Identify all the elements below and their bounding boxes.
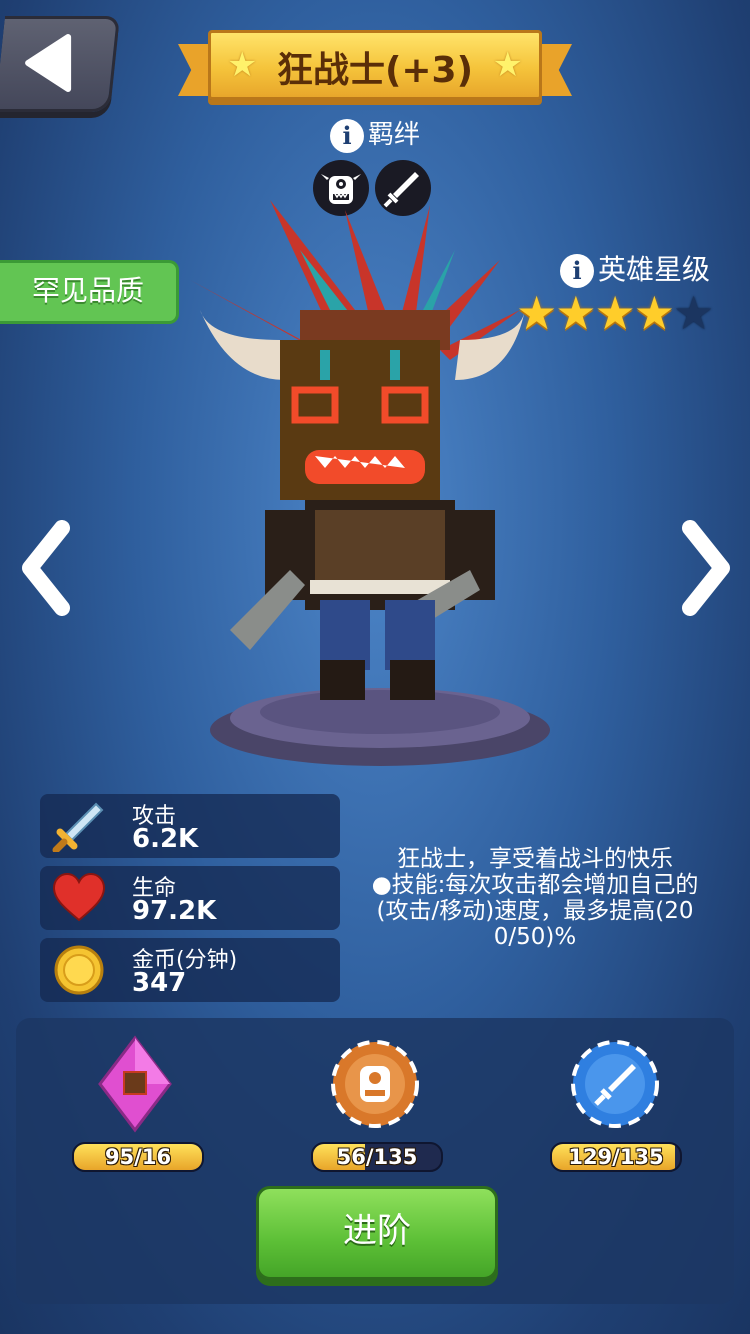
rarity-badge: 罕见品质 [0, 260, 179, 324]
bond-info[interactable]: i 羁绊 [330, 114, 420, 153]
description-line: ●技能:每次攻击都会增加自己的 [371, 872, 699, 898]
progress-bar: 56/135 [311, 1142, 443, 1172]
progress-text: 95/16 [104, 1145, 172, 1169]
sword-icon [52, 802, 104, 852]
bond-label: 羁绊 [368, 120, 421, 150]
back-arrow-icon [25, 34, 72, 92]
hero-star-label: 英雄星级 [598, 253, 711, 286]
stat-attack: 攻击 6.2K [40, 794, 340, 858]
hero-description: 狂战士，享受着战斗的快乐 ●技能:每次攻击都会增加自己的 (攻击/移动)速度，最… [352, 846, 718, 950]
description-line: (攻击/移动)速度，最多提高(20 [376, 898, 694, 924]
stat-health: 生命 97.2K [40, 866, 340, 930]
heart-icon [52, 872, 106, 922]
star-filled-icon: ★ [633, 286, 675, 340]
previous-hero-button[interactable] [20, 520, 72, 616]
stat-value: 6.2K [132, 824, 199, 854]
back-button[interactable] [0, 16, 121, 112]
description-line: 狂战士，享受着战斗的快乐 [397, 846, 673, 872]
progress-text: 56/135 [336, 1145, 418, 1169]
hero-title: 狂战士(+3) [276, 50, 474, 91]
hero-card-gem-icon[interactable] [70, 1034, 200, 1134]
progress-bar: 129/135 [550, 1142, 682, 1172]
progress-text: 129/135 [568, 1145, 664, 1169]
star-filled-icon: ★ [594, 286, 636, 340]
advance-button[interactable]: 进阶 [256, 1186, 498, 1280]
stat-value: 97.2K [132, 896, 217, 926]
star-filled-icon: ★ [555, 286, 596, 340]
info-icon[interactable]: i [330, 118, 364, 153]
hero-character [190, 200, 550, 766]
next-hero-button[interactable] [680, 520, 732, 616]
info-icon[interactable]: i [560, 254, 594, 288]
star-empty-icon: ★ [673, 286, 714, 340]
stat-gold: 金币(分钟) 347 [40, 938, 340, 1002]
sword-token-icon[interactable] [550, 1034, 680, 1134]
title-ribbon: ★ ★ 狂战士(+3) [178, 30, 572, 106]
gold-coin-icon [54, 945, 104, 995]
description-line: 0/50)% [493, 924, 577, 950]
ogre-token-icon[interactable] [310, 1034, 440, 1134]
hero-star-info[interactable]: i 英雄星级 [560, 248, 710, 288]
stat-value: 347 [132, 968, 187, 998]
progress-bar: 95/16 [72, 1142, 204, 1172]
